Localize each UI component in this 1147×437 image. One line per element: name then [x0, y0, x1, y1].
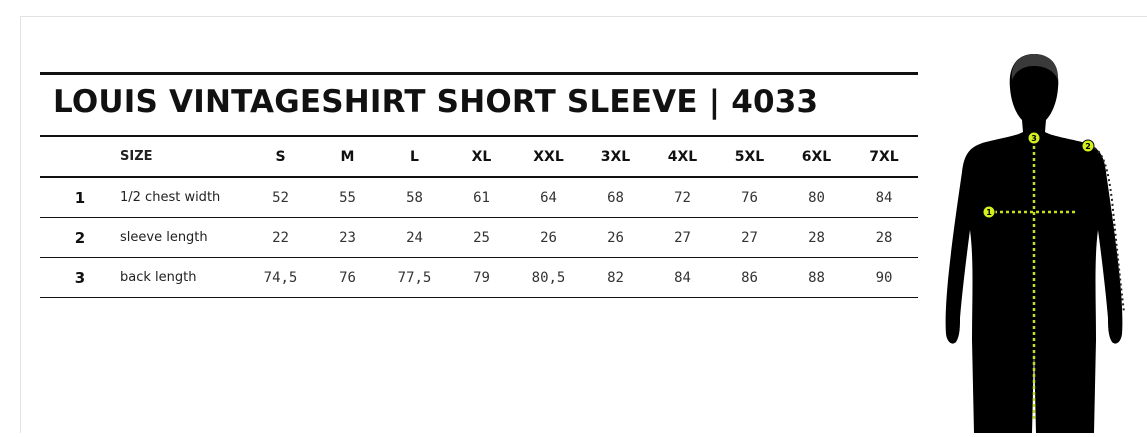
marker-3-label: 3: [1031, 134, 1037, 143]
header-size-4xl: 4XL: [667, 148, 698, 165]
row-number: 3: [74, 268, 86, 287]
table-row: 1 1/2 chest width 52 55 58 61 64 68 72 7…: [40, 177, 918, 218]
table-cell: 76: [741, 189, 758, 206]
row-number: 1: [74, 188, 86, 207]
row-number: 2: [74, 228, 86, 247]
header-size-7xl: 7XL: [869, 148, 899, 165]
table-cell: 26: [540, 229, 557, 246]
table-cell: 64: [540, 189, 557, 206]
table-cell: 80,5: [531, 269, 566, 286]
table-cell: 80: [808, 189, 825, 206]
table-cell: 88: [808, 269, 825, 286]
table-cell: 84: [875, 189, 893, 206]
header-size-xxl: XXL: [533, 148, 564, 165]
table-cell: 27: [741, 229, 758, 246]
table-cell: 52: [272, 189, 289, 206]
header-size-l: L: [410, 148, 419, 165]
table-cell: 77,5: [397, 269, 432, 286]
table-cell: 22: [272, 229, 289, 246]
table-cell: 27: [674, 229, 691, 246]
header-size-6xl: 6XL: [801, 148, 832, 165]
table-cell: 84: [674, 269, 691, 286]
marker-2-icon: 2: [1081, 139, 1095, 153]
marker-3-icon: 3: [1027, 131, 1041, 145]
table-cell: 28: [808, 229, 825, 246]
table-cell: 74,5: [263, 269, 298, 286]
table-row: 2 sleeve length 22 23 24 25 26 26 27 27 …: [40, 218, 918, 258]
table-header-row: SIZE S M L XL XXL 3XL 4XL 5XL 6XL 7XL: [40, 137, 918, 177]
row-label: 1/2 chest width: [120, 190, 221, 205]
table-cell: 58: [406, 189, 423, 206]
table-cell: 55: [339, 189, 356, 206]
table-cell: 26: [607, 229, 624, 246]
table-cell: 68: [607, 189, 624, 206]
header-size-5xl: 5XL: [734, 148, 765, 165]
size-table: SIZE S M L XL XXL 3XL 4XL 5XL 6XL 7XL 1 …: [40, 137, 918, 298]
body-measurement-figure: 1 2 3: [938, 50, 1138, 433]
row-label: back length: [120, 270, 197, 285]
header-size-3xl: 3XL: [600, 148, 631, 165]
header-size-xl: XL: [471, 148, 492, 165]
human-silhouette-icon: 1 2 3: [945, 54, 1125, 433]
header-number-cell: [40, 137, 120, 177]
marker-2-label: 2: [1085, 142, 1091, 151]
row-label: sleeve length: [120, 230, 208, 245]
table-cell: 76: [339, 269, 356, 286]
table-row: 3 back length 74,5 76 77,5 79 80,5 82 84…: [40, 258, 918, 298]
header-size-label: SIZE: [120, 149, 153, 164]
marker-1-icon: 1: [982, 205, 996, 219]
table-cell: 82: [607, 269, 624, 286]
table-cell: 86: [741, 269, 758, 286]
table-cell: 79: [473, 269, 490, 286]
table-cell: 23: [339, 229, 356, 246]
table-cell: 72: [674, 189, 691, 206]
top-rule: [40, 72, 918, 75]
marker-1-label: 1: [986, 208, 992, 217]
table-cell: 24: [406, 229, 423, 246]
header-size-m: M: [340, 148, 355, 165]
header-size-s: S: [275, 148, 286, 165]
table-cell: 28: [875, 229, 893, 246]
table-cell: 25: [473, 229, 490, 246]
page-title: LOUIS VINTAGESHIRT SHORT SLEEVE | 4033: [53, 84, 819, 120]
table-cell: 61: [473, 189, 490, 206]
table-cell: 90: [875, 269, 893, 286]
